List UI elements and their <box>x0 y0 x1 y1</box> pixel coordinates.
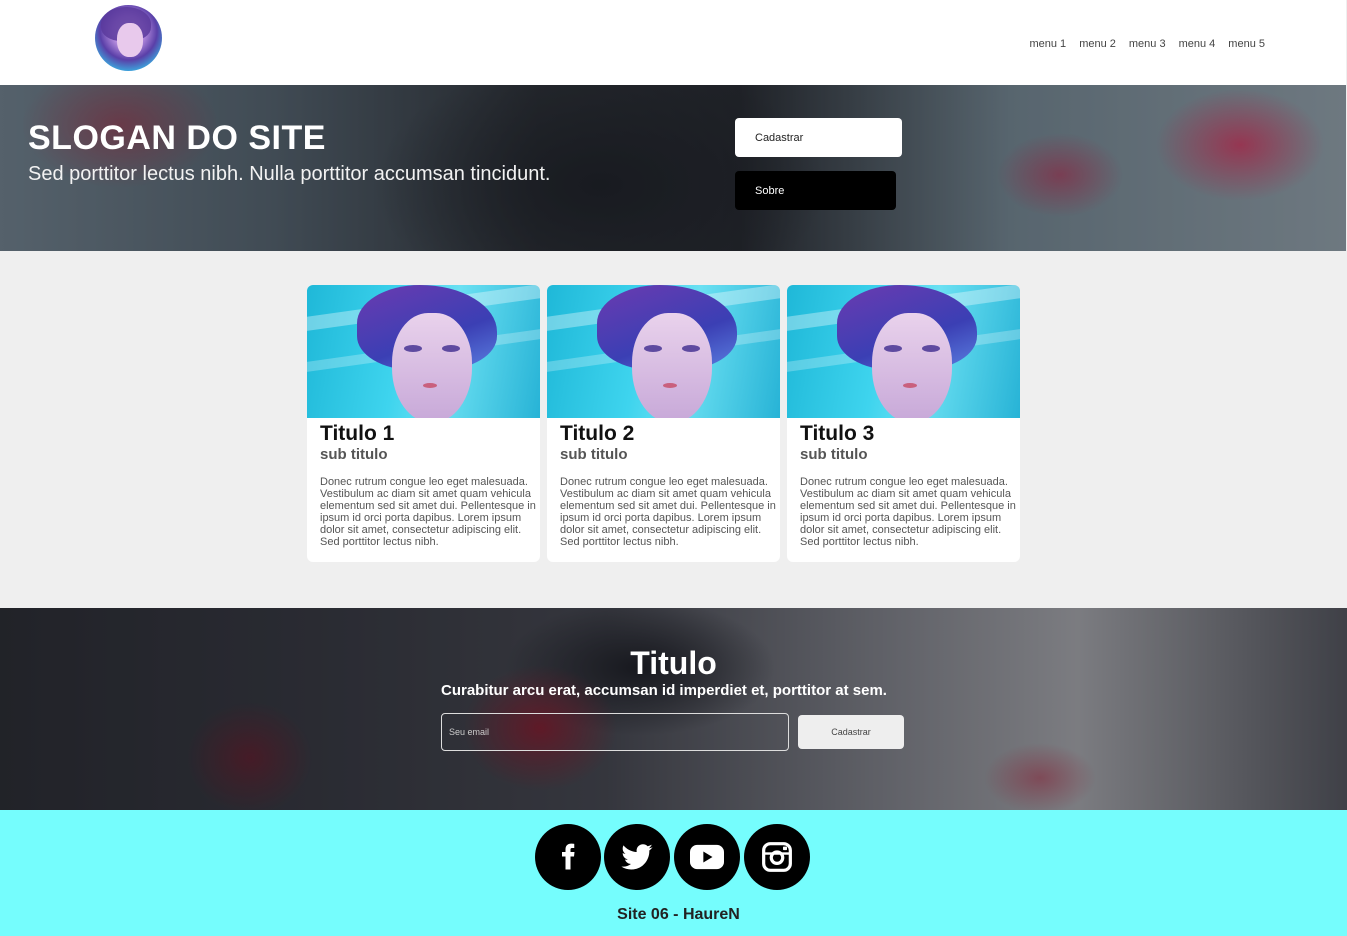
card-subtitle: sub titulo <box>320 446 388 463</box>
card-title: Titulo 3 <box>800 422 875 445</box>
cadastrar-button[interactable]: Cadastrar <box>735 118 902 157</box>
hero-subtitle: Sed porttitor lectus nibh. Nulla porttit… <box>28 163 551 185</box>
card-image <box>547 285 780 418</box>
card-subtitle: sub titulo <box>560 446 628 463</box>
card-3: Titulo 3 sub titulo Donec rutrum congue … <box>787 285 1020 562</box>
logo-face-shape <box>117 23 143 57</box>
newsletter-cadastrar-button[interactable]: Cadastrar <box>798 715 904 749</box>
newsletter-overlay <box>0 608 1347 810</box>
hero-title: SLOGAN DO SITE <box>28 119 326 157</box>
card-image <box>307 285 540 418</box>
card-subtitle: sub titulo <box>800 446 868 463</box>
nav-item-menu-2[interactable]: menu 2 <box>1079 38 1116 50</box>
card-text: Donec rutrum congue leo eget malesuada. … <box>560 476 776 548</box>
card-image <box>787 285 1020 418</box>
logo-avatar[interactable] <box>95 5 162 71</box>
sobre-button[interactable]: Sobre <box>735 171 896 210</box>
card-text: Donec rutrum congue leo eget malesuada. … <box>800 476 1016 548</box>
card-title: Titulo 2 <box>560 422 635 445</box>
facebook-icon[interactable] <box>535 824 601 890</box>
card-2: Titulo 2 sub titulo Donec rutrum congue … <box>547 285 780 562</box>
card-1: Titulo 1 sub titulo Donec rutrum congue … <box>307 285 540 562</box>
nav-item-menu-3[interactable]: menu 3 <box>1129 38 1166 50</box>
newsletter-title: Titulo <box>630 645 717 681</box>
twitter-icon[interactable] <box>604 824 670 890</box>
nav-item-menu-4[interactable]: menu 4 <box>1179 38 1216 50</box>
youtube-icon[interactable] <box>674 824 740 890</box>
card-title: Titulo 1 <box>320 422 395 445</box>
nav-item-menu-1[interactable]: menu 1 <box>1029 38 1066 50</box>
nav-item-menu-5[interactable]: menu 5 <box>1228 38 1265 50</box>
newsletter-section <box>0 608 1347 810</box>
site-header: menu 1 menu 2 menu 3 menu 4 menu 5 <box>0 0 1346 85</box>
instagram-icon[interactable] <box>744 824 810 890</box>
email-input[interactable] <box>441 713 789 751</box>
card-text: Donec rutrum congue leo eget malesuada. … <box>320 476 536 548</box>
newsletter-subtitle: Curabitur arcu erat, accumsan id imperdi… <box>441 682 887 699</box>
main-nav: menu 1 menu 2 menu 3 menu 4 menu 5 <box>1029 38 1265 50</box>
footer-credit: Site 06 - HaureN <box>617 906 740 923</box>
